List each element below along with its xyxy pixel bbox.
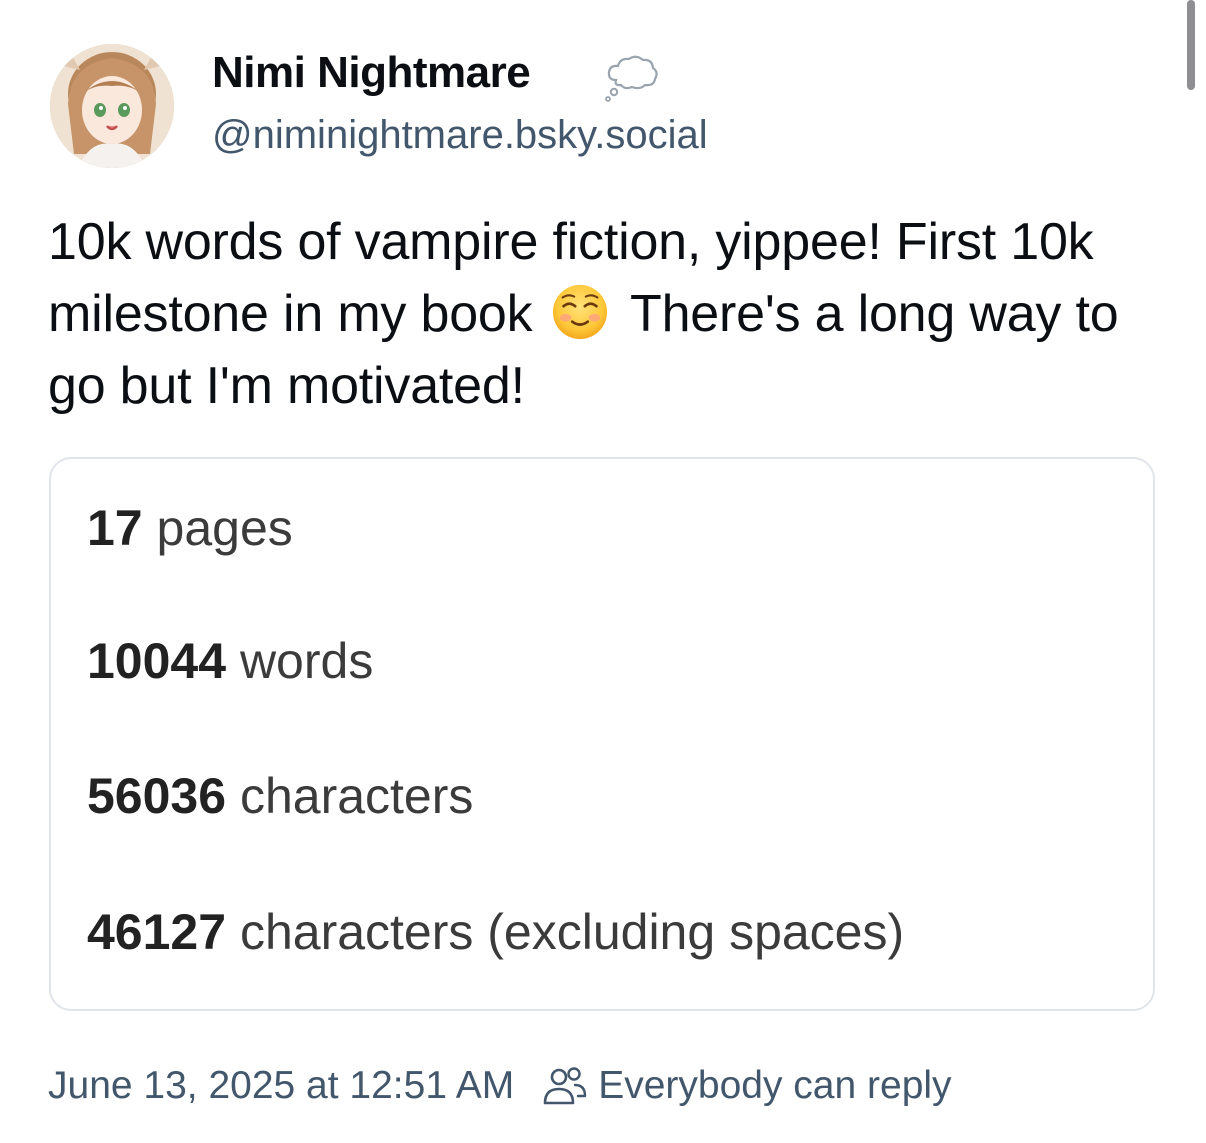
- stat-characters-no-spaces: 46127 characters (excluding spaces): [87, 903, 904, 961]
- people-icon: [543, 1067, 587, 1105]
- stat-words: 10044 words: [87, 632, 373, 690]
- avatar[interactable]: [50, 44, 174, 168]
- stats-card[interactable]: 17 pages 10044 words 56036 characters 46…: [49, 457, 1155, 1011]
- stat-label: words: [239, 633, 374, 689]
- author-display-name[interactable]: Nimi Nightmare: [212, 48, 531, 98]
- thought-bubble-icon: [605, 55, 658, 102]
- stat-label: characters (excluding spaces): [239, 904, 905, 960]
- author-handle[interactable]: @niminightmare.bsky.social: [212, 113, 708, 158]
- post-text: 10k words of vampire fiction, yippee! Fi…: [48, 206, 1168, 422]
- stat-number: 17: [87, 500, 143, 556]
- scrollbar[interactable]: [1187, 0, 1195, 90]
- smiling-face-emoji: [552, 284, 607, 340]
- stat-label: pages: [156, 500, 293, 556]
- reply-setting[interactable]: Everybody can reply: [598, 1064, 951, 1108]
- stat-characters: 56036 characters: [87, 767, 473, 825]
- stat-pages: 17 pages: [87, 499, 293, 557]
- stat-number: 56036: [87, 768, 227, 824]
- stat-label: characters: [239, 768, 474, 824]
- stat-number: 10044: [87, 633, 227, 689]
- post-timestamp[interactable]: June 13, 2025 at 12:51 AM: [48, 1064, 514, 1108]
- post-footer: June 13, 2025 at 12:51 AM Everybody can …: [48, 1064, 952, 1108]
- avatar-image: [50, 44, 174, 168]
- stat-number: 46127: [87, 904, 227, 960]
